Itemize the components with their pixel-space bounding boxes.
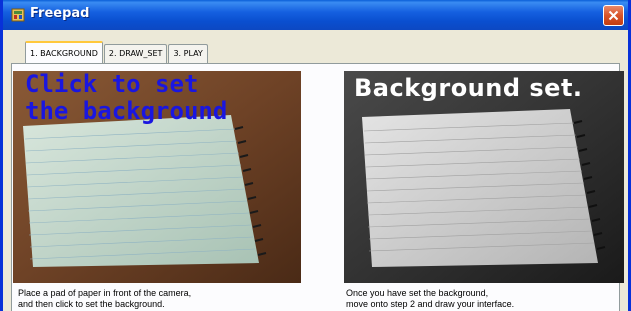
window-content: 1. BACKGROUND 2. DRAW_SET 3. PLAY Click … [3,30,628,311]
right-instructions: Once you have set the background, move o… [346,288,514,310]
tab-background[interactable]: 1. BACKGROUND [25,41,103,63]
click-to-set-overlay: Click to set the background [25,71,227,125]
close-button[interactable] [603,5,624,26]
camera-view-right: Background set. [344,71,624,283]
right-instruction-line-2: move onto step 2 and draw your interface… [346,299,515,309]
left-instructions: Place a pad of paper in front of the cam… [18,288,191,310]
tab-panel: Click to set the background Background s… [11,63,624,311]
tab-play[interactable]: 3. PLAY [168,44,208,63]
freepad-window: Freepad 1. BACKGROUND 2. DRAW_SET 3. PLA… [0,0,631,311]
tab-strip: 1. BACKGROUND 2. DRAW_SET 3. PLAY [25,41,209,63]
right-instruction-line-1: Once you have set the background, [346,288,489,298]
close-icon [608,10,619,21]
title-bar[interactable]: Freepad [3,0,628,30]
left-instruction-line-2: and then click to set the background. [18,299,165,309]
window-title: Freepad [30,6,90,21]
background-set-overlay: Background set. [354,74,583,102]
left-instruction-line-1: Place a pad of paper in front of the cam… [18,288,192,298]
camera-view-left[interactable]: Click to set the background [13,71,301,283]
overlay-line-2: the background [25,97,228,125]
freepad-app-icon [11,7,25,22]
tab-draw-set[interactable]: 2. DRAW_SET [103,44,168,63]
overlay-line-1: Click to set [25,71,199,98]
